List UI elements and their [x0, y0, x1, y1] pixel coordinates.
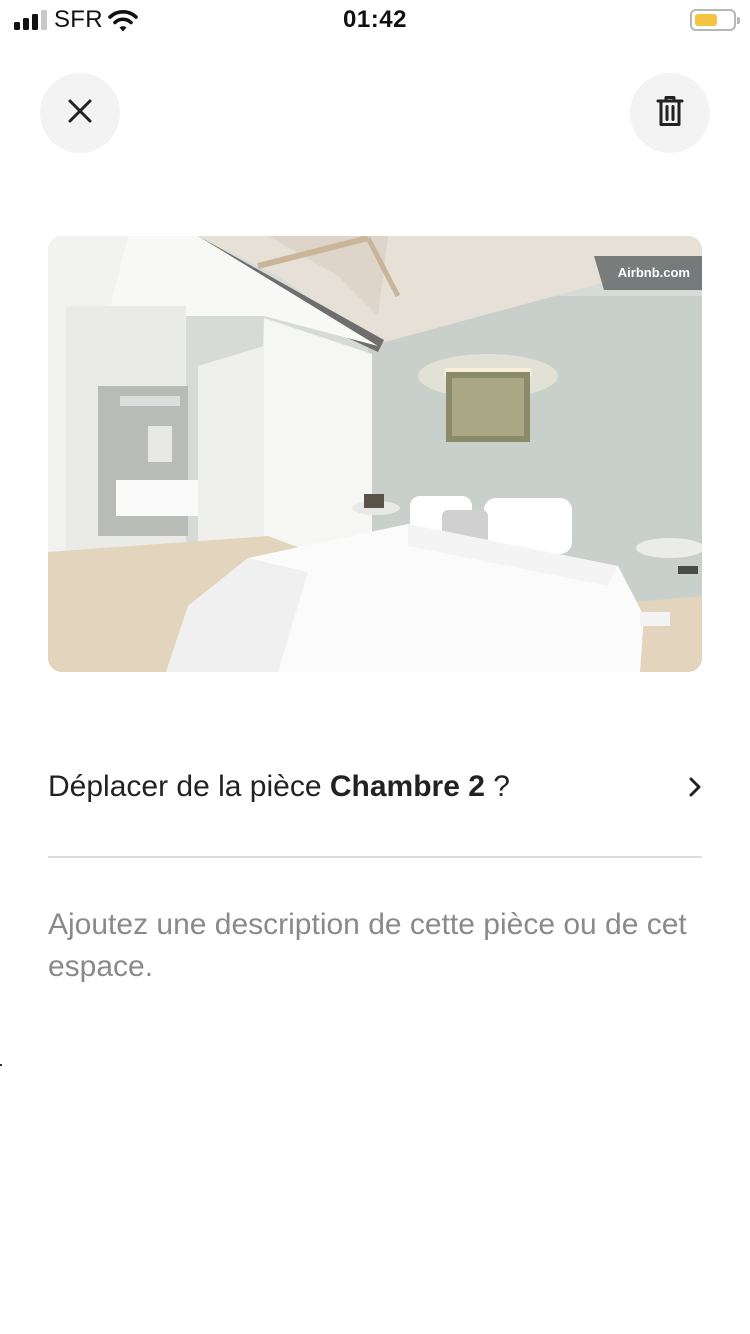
battery-level — [695, 14, 717, 26]
move-room-prefix: Déplacer de la pièce — [48, 770, 330, 803]
chevron-right-icon — [672, 772, 702, 802]
divider — [48, 856, 702, 858]
current-room-name: Chambre 2 — [329, 770, 485, 803]
bedroom-illustration — [48, 236, 702, 672]
close-button[interactable] — [40, 73, 120, 153]
photo-watermark: Airbnb.com — [593, 256, 702, 290]
move-room-suffix: ? — [484, 770, 510, 803]
trash-icon — [656, 95, 684, 132]
status-time: 01:42 — [343, 6, 407, 33]
status-bar: SFR 01:42 — [0, 0, 750, 42]
edge-mark — [0, 1064, 2, 1066]
description-input[interactable]: Ajoutez une description de cette pièce o… — [48, 904, 702, 1004]
close-icon — [67, 98, 93, 129]
delete-button[interactable] — [630, 73, 710, 153]
move-room-row[interactable]: Déplacer de la pièce Chambre 2 ? — [48, 752, 702, 822]
room-photo: Airbnb.com — [48, 236, 702, 672]
move-room-label: Déplacer de la pièce Chambre 2 ? — [48, 770, 672, 804]
battery-icon — [690, 9, 740, 31]
